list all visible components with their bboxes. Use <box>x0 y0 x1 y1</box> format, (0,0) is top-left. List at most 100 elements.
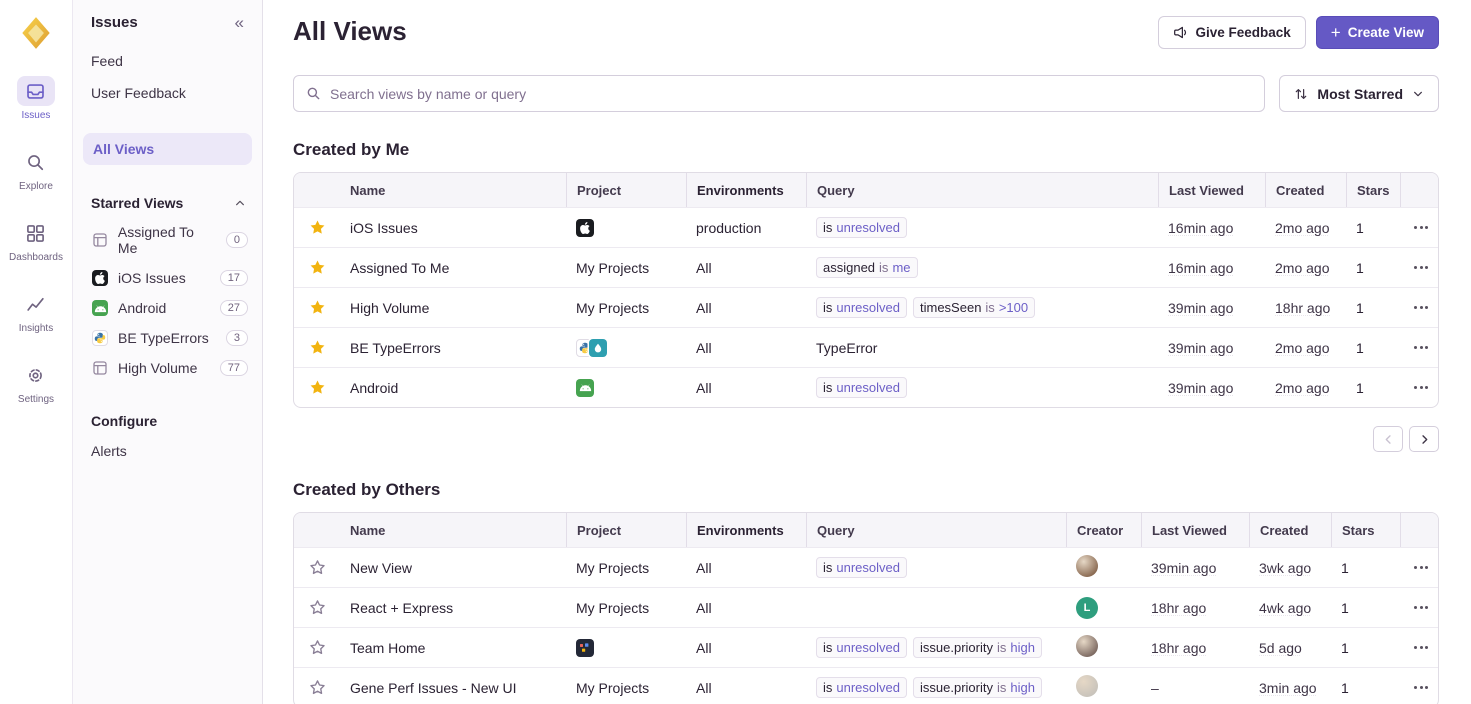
star-filled-icon[interactable] <box>306 216 329 239</box>
table-row[interactable]: iOS Issuesproductionisunresolved16min ag… <box>294 207 1438 247</box>
star-count: 1 <box>1341 680 1349 696</box>
query-token-part: assigned <box>823 260 875 275</box>
give-feedback-button[interactable]: Give Feedback <box>1158 16 1305 49</box>
table-header-row: NameProjectEnvironmentsQueryCreatorLast … <box>294 513 1438 547</box>
sidebar-item-feed[interactable]: Feed <box>73 45 262 77</box>
row-actions-button[interactable] <box>1410 640 1432 655</box>
column-header-label: Last Viewed <box>1152 523 1227 538</box>
starred-views-header: Starred Views <box>91 195 183 211</box>
query-token-part: is <box>879 260 888 275</box>
collapse-sidebar-button[interactable]: « <box>231 12 248 33</box>
star-filled-icon[interactable] <box>306 256 329 279</box>
row-actions-button[interactable] <box>1410 300 1432 315</box>
create-view-button[interactable]: + Create View <box>1316 16 1439 49</box>
search-input[interactable] <box>330 86 1252 102</box>
row-actions-button[interactable] <box>1410 260 1432 275</box>
query-token-part: unresolved <box>836 560 900 575</box>
query-token-part: high <box>1010 680 1035 695</box>
table-row[interactable]: New ViewMy ProjectsAllisunresolved39min … <box>294 547 1438 587</box>
creator-avatar <box>1076 675 1098 697</box>
row-actions-button[interactable] <box>1410 560 1432 575</box>
table-row[interactable]: Team HomeAllisunresolvedissue.priorityis… <box>294 627 1438 667</box>
sort-label: Most Starred <box>1317 86 1403 102</box>
issues-sidebar: Issues « FeedUser Feedback All Views Sta… <box>73 0 263 704</box>
pagination-next-button[interactable] <box>1409 426 1439 452</box>
query-token-part: is <box>823 220 832 235</box>
page-title: All Views <box>293 16 407 47</box>
star-filled-icon[interactable] <box>306 296 329 319</box>
sidebar-item-all-views[interactable]: All Views <box>83 133 252 165</box>
python-icon <box>91 330 109 346</box>
creator-avatar: L <box>1076 597 1098 619</box>
rail-item-insights[interactable]: Insights <box>9 289 63 334</box>
star-outline-icon[interactable] <box>306 676 329 699</box>
table-row[interactable]: Gene Perf Issues - New UIMy ProjectsAlli… <box>294 667 1438 704</box>
rail-item-explore[interactable]: Explore <box>9 147 63 192</box>
sidebar-item-android[interactable]: Android27 <box>73 293 262 323</box>
environments-value: All <box>696 340 712 356</box>
last-viewed-value: 39min ago <box>1151 560 1216 576</box>
android-icon <box>91 300 109 316</box>
starred-views-list: Assigned To Me0iOS Issues17Android27BE T… <box>73 217 262 383</box>
created-value: 3wk ago <box>1259 560 1311 576</box>
column-header-label: Name <box>350 523 385 538</box>
rail-item-issues[interactable]: Issues <box>9 76 63 121</box>
view-icon <box>91 360 109 376</box>
query-token: is unresolved <box>816 557 907 578</box>
star-outline-icon[interactable] <box>306 556 329 579</box>
team-project-icon <box>576 639 594 657</box>
rail-item-label: Explore <box>19 181 53 192</box>
view-name: Gene Perf Issues - New UI <box>350 680 517 696</box>
sentry-logo[interactable] <box>17 14 55 52</box>
row-actions-button[interactable] <box>1410 340 1432 355</box>
created-by-others-title: Created by Others <box>293 480 1439 500</box>
query-token-part: unresolved <box>836 380 900 395</box>
insights-icon <box>17 289 55 319</box>
column-header-last-viewed: Last Viewed <box>1158 173 1265 207</box>
star-outline-icon[interactable] <box>306 636 329 659</box>
sidebar-item-ios-issues[interactable]: iOS Issues17 <box>73 263 262 293</box>
megaphone-icon <box>1173 25 1188 40</box>
sidebar-item-assigned-to-me[interactable]: Assigned To Me0 <box>73 217 262 263</box>
item-count-badge: 77 <box>220 360 248 376</box>
star-count: 1 <box>1341 640 1349 656</box>
project-name: My Projects <box>576 260 649 276</box>
column-header-stars: Stars <box>1346 173 1400 207</box>
sort-button[interactable]: Most Starred <box>1279 75 1439 112</box>
created-by-me-table: NameProjectEnvironmentsQueryLast ViewedC… <box>293 172 1439 408</box>
star-filled-icon[interactable] <box>306 376 329 399</box>
sidebar-item-high-volume[interactable]: High Volume77 <box>73 353 262 383</box>
query-token-part: unresolved <box>836 220 900 235</box>
star-filled-icon[interactable] <box>306 336 329 359</box>
table-row[interactable]: High VolumeMy ProjectsAllisunresolvedtim… <box>294 287 1438 327</box>
query-token-part: is <box>823 560 832 575</box>
environments-value: All <box>696 680 712 696</box>
rail-item-label: Settings <box>18 394 54 405</box>
apple-icon <box>91 270 109 286</box>
column-header-label: Project <box>577 523 621 538</box>
view-name: Assigned To Me <box>350 260 449 276</box>
star-outline-icon[interactable] <box>306 596 329 619</box>
query-token: assignedisme <box>816 257 918 278</box>
row-actions-button[interactable] <box>1410 600 1432 615</box>
query-token-part: is <box>985 300 994 315</box>
chevron-up-icon[interactable] <box>234 197 246 209</box>
apple-project-icon <box>576 219 594 237</box>
last-viewed-value: 39min ago <box>1168 380 1233 396</box>
column-header-name: Name <box>340 513 566 547</box>
rail-item-dashboards[interactable]: Dashboards <box>9 218 63 263</box>
sidebar-item-user-feedback[interactable]: User Feedback <box>73 77 262 109</box>
rail-item-settings[interactable]: Settings <box>9 360 63 405</box>
sidebar-item-alerts[interactable]: Alerts <box>73 435 262 467</box>
table-row[interactable]: BE TypeErrorsAllTypeError39min ago2mo ag… <box>294 327 1438 367</box>
row-actions-button[interactable] <box>1410 220 1432 235</box>
row-actions-button[interactable] <box>1410 380 1432 395</box>
environments-value: All <box>696 640 712 656</box>
rail-item-label: Issues <box>22 110 51 121</box>
table-row[interactable]: Assigned To MeMy ProjectsAllassignedisme… <box>294 247 1438 287</box>
row-actions-button[interactable] <box>1410 680 1432 695</box>
query-token: isunresolved <box>816 637 907 658</box>
sidebar-item-be-typeerrors[interactable]: BE TypeErrors3 <box>73 323 262 353</box>
table-row[interactable]: React + ExpressMy ProjectsAllL18hr ago4w… <box>294 587 1438 627</box>
table-row[interactable]: AndroidAllisunresolved39min ago2mo ago1 <box>294 367 1438 407</box>
